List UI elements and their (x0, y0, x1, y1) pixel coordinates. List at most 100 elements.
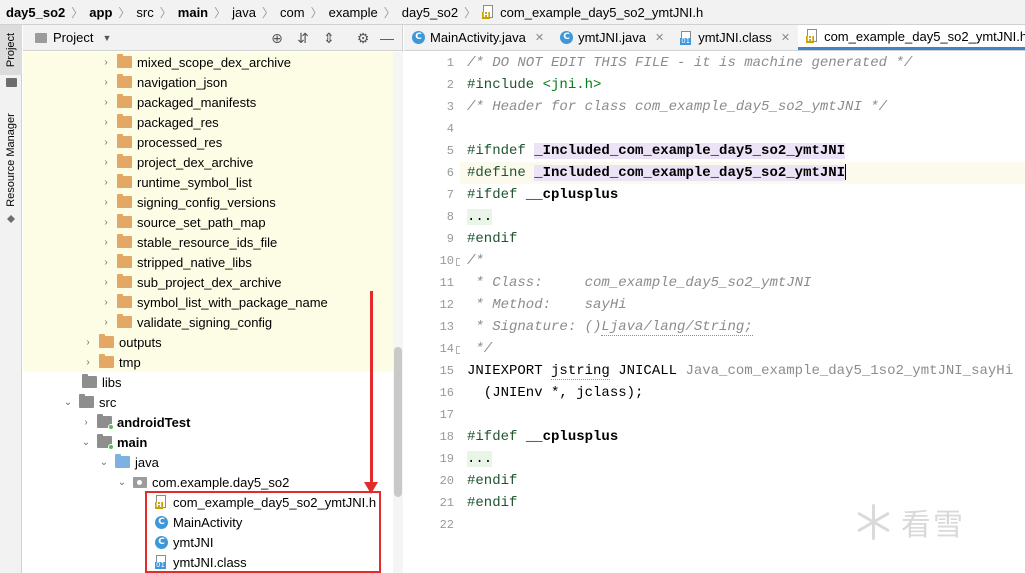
tree-row[interactable]: › processed_res (23, 132, 393, 152)
folder-icon (6, 78, 17, 87)
breadcrumb-item-java[interactable]: java (232, 5, 256, 20)
folded-code[interactable]: ... (467, 451, 493, 467)
tree-row[interactable]: › symbol_list_with_package_name (23, 292, 393, 312)
chevron-right-icon[interactable]: › (101, 257, 111, 268)
code-line: /* (460, 250, 1025, 272)
resource-manager-tab[interactable]: Resource Manager (0, 105, 22, 215)
tree-row[interactable]: › outputs (23, 332, 393, 352)
folder-icon (117, 154, 132, 168)
line-number: 9 (446, 232, 454, 246)
tree-label: processed_res (137, 134, 223, 150)
annotation-arrow-line (370, 291, 373, 486)
chevron-down-icon[interactable]: ⌄ (117, 477, 127, 488)
close-icon[interactable]: ✕ (535, 31, 544, 44)
code-line: #ifdef __cplusplus (460, 184, 1025, 206)
chevron-down-icon[interactable]: ⌄ (81, 437, 91, 448)
code-directive: #endif (467, 473, 518, 489)
tree-row[interactable]: › tmp (23, 352, 393, 372)
tree-row[interactable]: › mixed_scope_dex_archive (23, 52, 393, 72)
chevron-right-icon[interactable]: › (101, 277, 111, 288)
tree-row[interactable]: › androidTest (23, 412, 393, 432)
chevron-right-icon[interactable]: › (101, 157, 111, 168)
tree-row[interactable]: › navigation_json (23, 72, 393, 92)
folder-icon (117, 294, 132, 308)
tree-row[interactable]: ⌄ main (23, 432, 393, 452)
folded-code[interactable]: ... (467, 209, 493, 225)
tree-row[interactable]: › signing_config_versions (23, 192, 393, 212)
chevron-right-icon[interactable]: › (83, 337, 93, 348)
tree-row[interactable]: › source_set_path_map (23, 212, 393, 232)
hide-icon[interactable]: — (379, 30, 395, 46)
tree-row[interactable]: ⌄ com.example.day5_so2 (23, 472, 393, 492)
line-number: 2 (446, 78, 454, 92)
tree-row[interactable]: › stable_resource_ids_file (23, 232, 393, 252)
chevron-right-icon[interactable]: › (101, 317, 111, 328)
tab-ymtjni-class[interactable]: 01 ymtJNI.class ✕ (672, 25, 798, 50)
chevron-right-icon[interactable]: › (101, 217, 111, 228)
expand-all-icon[interactable]: ⇵ (295, 30, 311, 46)
tree-row[interactable]: › sub_project_dex_archive (23, 272, 393, 292)
code-line: * Class: com_example_day5_so2_ymtJNI (460, 272, 1025, 294)
project-scrollbar[interactable] (393, 52, 403, 573)
locate-icon[interactable]: ⊕ (269, 30, 285, 46)
tab-label: ymtJNI.class (698, 30, 772, 45)
breadcrumb-item-main[interactable]: main (178, 5, 208, 20)
breadcrumb-item-com[interactable]: com (280, 5, 305, 20)
chevron-right-icon[interactable]: › (81, 417, 91, 428)
breadcrumb-item-example[interactable]: example (329, 5, 378, 20)
code-macro: _Included_com_example_day5_so2_ymtJNI (534, 143, 846, 159)
breadcrumb-item-project[interactable]: day5_so2 (6, 5, 65, 20)
chevron-right-icon[interactable]: › (101, 297, 111, 308)
code-line: #ifdef __cplusplus (460, 426, 1025, 448)
project-tool-tab[interactable]: Project (0, 25, 22, 75)
gear-icon[interactable]: ⚙ (355, 30, 371, 46)
code-directive: #define (467, 165, 535, 181)
chevron-right-icon[interactable]: › (101, 97, 111, 108)
chevron-right-icon[interactable]: › (101, 237, 111, 248)
tree-row[interactable]: › project_dex_archive (23, 152, 393, 172)
scroll-thumb[interactable] (394, 347, 402, 497)
chevron-down-icon[interactable]: ⌄ (99, 457, 109, 468)
chevron-right-icon[interactable]: › (101, 197, 111, 208)
breadcrumb-item-package[interactable]: day5_so2 (402, 5, 458, 20)
tree-row[interactable]: › stripped_native_libs (23, 252, 393, 272)
chevron-right-icon[interactable]: › (101, 177, 111, 188)
code-macro: _Included_com_example_day5_so2_ymtJNI (534, 165, 846, 181)
tree-row[interactable]: › runtime_symbol_list (23, 172, 393, 192)
tree-row[interactable]: libs (23, 372, 393, 392)
chevron-right-icon[interactable]: › (101, 77, 111, 88)
code-editor[interactable]: /* DO NOT EDIT THIS FILE - it is machine… (460, 52, 1025, 573)
close-icon[interactable]: ✕ (655, 31, 664, 44)
project-panel-title[interactable]: Project (53, 30, 93, 45)
tree-row[interactable]: ⌄ java (23, 452, 393, 472)
tree-row[interactable]: › packaged_manifests (23, 92, 393, 112)
breadcrumb-item-src[interactable]: src (136, 5, 153, 20)
line-number: 5 (446, 144, 454, 158)
breadcrumb-item-file[interactable]: com_example_day5_so2_ymtJNI.h (500, 5, 703, 20)
line-number: 17 (439, 408, 454, 422)
tree-row[interactable]: › packaged_res (23, 112, 393, 132)
tree-row[interactable]: ⌄ src (23, 392, 393, 412)
tree-row[interactable]: › validate_signing_config (23, 312, 393, 332)
folder-icon (117, 174, 132, 188)
collapse-all-icon[interactable]: ⇕ (321, 30, 337, 46)
chevron-right-icon[interactable]: › (101, 57, 111, 68)
class-file-icon: 01 (680, 30, 693, 45)
folder-icon (117, 194, 132, 208)
tab-header-file[interactable]: H com_example_day5_so2_ymtJNI.h ✕ (798, 25, 1025, 50)
chevron-right-icon[interactable]: › (101, 117, 111, 128)
chevron-down-icon[interactable]: ⌄ (63, 397, 73, 408)
chevron-right-icon[interactable]: › (83, 357, 93, 368)
folder-icon (117, 134, 132, 148)
breadcrumb: day5_so2 〉 app 〉 src 〉 main 〉 java 〉 com 〉 exa… (0, 0, 1025, 25)
tab-mainactivity-java[interactable]: C MainActivity.java ✕ (404, 25, 552, 50)
code-comment: */ (467, 341, 493, 357)
code-directive: #endif (467, 495, 518, 511)
tab-ymtjni-java[interactable]: C ymtJNI.java ✕ (552, 25, 672, 50)
chevron-right-icon[interactable]: › (101, 137, 111, 148)
folder-icon (97, 414, 114, 430)
close-icon[interactable]: ✕ (781, 31, 790, 44)
chevron-down-icon[interactable]: ▼ (102, 33, 111, 43)
breadcrumb-item-app[interactable]: app (89, 5, 112, 20)
